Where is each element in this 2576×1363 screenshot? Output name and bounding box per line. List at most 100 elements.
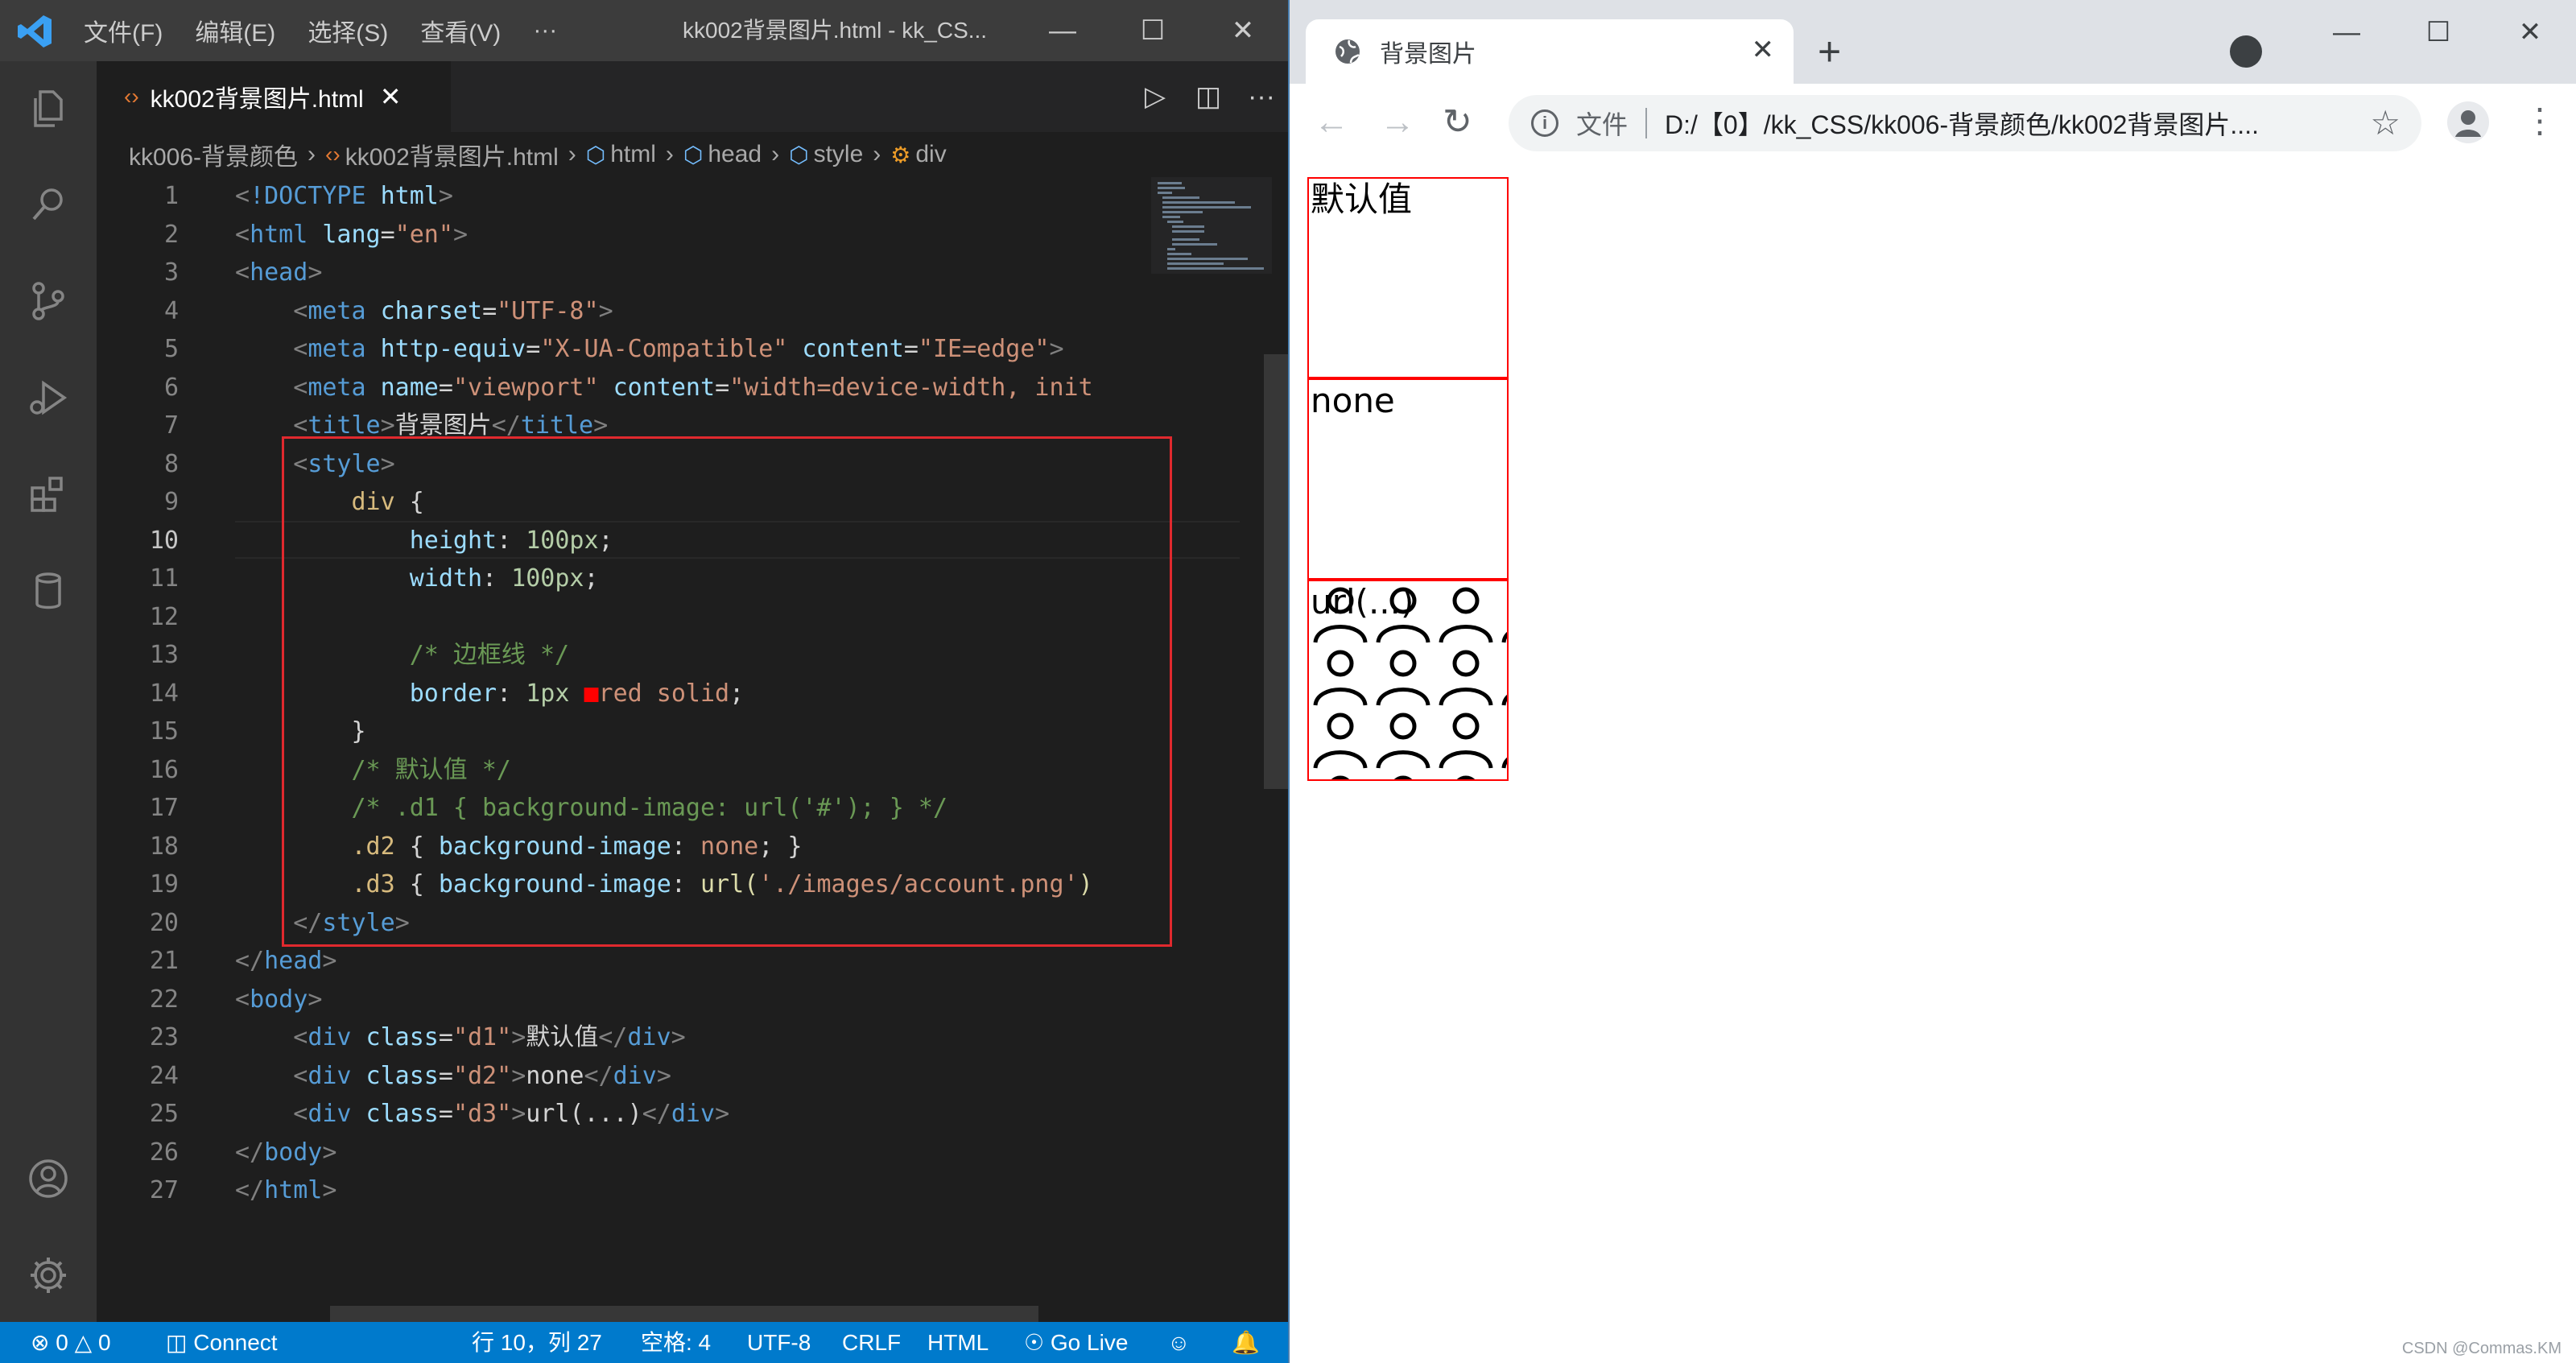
close-window-button[interactable]: ✕ [1198, 0, 1288, 61]
menu-kebab-icon[interactable]: ⋮ [2523, 98, 2557, 143]
reload-icon[interactable]: ↻ [1443, 103, 1472, 142]
database-icon[interactable] [0, 552, 97, 630]
code-line[interactable]: <meta http-equiv="X-UA-Compatible" conte… [235, 330, 1249, 369]
browser-tab[interactable]: 背景图片 ✕ [1306, 19, 1794, 84]
code-token: < [235, 1100, 308, 1128]
vertical-scrollbar[interactable] [1264, 354, 1288, 789]
title-bar: 文件(F) 编辑(E) 选择(S) 查看(V) ··· kk002背景图片.ht… [0, 0, 1288, 61]
code-editor[interactable]: 1 2 3 4 5 6 7 8 9 10 11 12 13 14 15 16 17 18 19 20 21 22 23 24 2… [97, 177, 1288, 1322]
code-token: class [351, 1061, 439, 1090]
line-number: 27 [149, 1176, 179, 1204]
code-token: > [308, 258, 323, 287]
code-token: "d1" [452, 1023, 512, 1051]
menu-selection[interactable]: 选择(S) [308, 13, 388, 48]
symbol-element-icon: ⬡ [683, 142, 704, 167]
breadcrumb-file[interactable]: kk002背景图片.html [345, 137, 559, 172]
menu-edit[interactable]: 编辑(E) [195, 13, 275, 48]
code-line[interactable]: <meta charset="UTF-8"> [235, 292, 1249, 331]
code-line[interactable]: </head> [235, 942, 1249, 981]
indentation[interactable]: 空格: 4 [641, 1322, 711, 1363]
back-arrow-icon[interactable]: ← [1314, 103, 1349, 142]
code-token: = [438, 1061, 453, 1090]
maximize-button[interactable]: ☐ [1108, 0, 1198, 61]
breadcrumb-folder[interactable]: kk006-背景颜色 [129, 137, 298, 172]
go-live-button[interactable]: ☉ Go Live [1024, 1322, 1128, 1363]
close-tab-icon[interactable]: ✕ [380, 81, 402, 112]
minimize-button[interactable]: — [2301, 0, 2392, 64]
notifications-bell-icon[interactable]: 🔔 [1232, 1322, 1260, 1363]
account-icon[interactable] [0, 1140, 97, 1217]
menu-file[interactable]: 文件(F) [84, 13, 163, 48]
maximize-button[interactable]: ☐ [2392, 0, 2484, 64]
code-token: div [613, 1061, 657, 1090]
code-line[interactable]: <div class="d3">url(...)</div> [235, 1095, 1249, 1134]
code-token: > [656, 1061, 671, 1090]
code-line[interactable]: <head> [235, 254, 1249, 292]
address-bar[interactable]: i 文件 D:/【0】/kk_CSS/kk006-背景颜色/kk002背景图片.… [1509, 95, 2421, 151]
breadcrumb-head[interactable]: head [708, 141, 762, 168]
new-tab-button[interactable]: + [1818, 27, 1841, 76]
url-text[interactable]: D:/【0】/kk_CSS/kk006-背景颜色/kk002背景图片.... [1665, 105, 2259, 142]
language-mode[interactable]: HTML [927, 1322, 989, 1363]
problems-indicator[interactable]: ⊗ 0 △ 0 [31, 1322, 111, 1363]
menu-view[interactable]: 查看(V) [420, 13, 501, 48]
tab-kk002[interactable]: ‹› kk002背景图片.html ✕ [97, 61, 451, 132]
editor-tabs: ‹› kk002背景图片.html ✕ ▷ ◫ ··· [97, 61, 1288, 132]
extensions-icon[interactable] [0, 456, 97, 533]
code-line[interactable]: </body> [235, 1134, 1249, 1172]
code-line[interactable]: <body> [235, 981, 1249, 1019]
run-debug-icon[interactable] [0, 359, 97, 436]
code-token: 默认值 [526, 1023, 599, 1051]
cursor-position[interactable]: 行 10，列 27 [472, 1322, 602, 1363]
encoding[interactable]: UTF-8 [747, 1322, 811, 1363]
explorer-icon[interactable] [0, 69, 97, 147]
minimize-button[interactable]: — [1018, 0, 1108, 61]
go-live-label: Go Live [1050, 1330, 1129, 1355]
code-token: body [250, 985, 308, 1014]
info-icon[interactable]: i [1531, 109, 1558, 137]
more-actions-icon[interactable]: ··· [1235, 81, 1288, 113]
settings-gear-icon[interactable] [0, 1237, 97, 1314]
page-viewport: 默认值 none url(...) CSDN @Commas.KM [1290, 161, 2576, 1363]
menu-more[interactable]: ··· [533, 17, 557, 44]
code-line[interactable]: <div class="d2">none</div> [235, 1057, 1249, 1096]
line-number: 5 [163, 335, 179, 363]
minimap[interactable] [1151, 177, 1272, 274]
activity-bar [0, 61, 97, 1322]
code-line[interactable]: </html> [235, 1171, 1249, 1210]
code-token: div [627, 1023, 671, 1051]
profile-avatar-icon[interactable] [2447, 101, 2489, 143]
breadcrumb-div[interactable]: div [915, 141, 946, 168]
search-icon[interactable] [0, 166, 97, 243]
code-line[interactable]: <!DOCTYPE html> [235, 177, 1249, 216]
database-icon: ◫ [166, 1330, 188, 1355]
editor-actions: ▷ ◫ ··· [1129, 61, 1288, 132]
feedback-icon[interactable]: ☺ [1167, 1322, 1191, 1363]
code-token: html [365, 182, 439, 210]
code-line[interactable]: <div class="d1">默认值</div> [235, 1018, 1249, 1057]
bookmark-star-icon[interactable]: ☆ [2370, 103, 2401, 142]
split-editor-icon[interactable]: ◫ [1182, 81, 1235, 113]
line-number: 11 [149, 564, 179, 593]
horizontal-scrollbar[interactable] [330, 1306, 1038, 1322]
code-line[interactable]: <meta name="viewport" content="width=dev… [235, 369, 1249, 407]
code-token: html [264, 1176, 323, 1204]
end-of-line[interactable]: CRLF [842, 1322, 901, 1363]
breadcrumb-html[interactable]: html [610, 141, 656, 168]
run-icon[interactable]: ▷ [1129, 81, 1182, 113]
tab-search-icon[interactable] [2230, 35, 2262, 68]
code-token: http-equiv [365, 335, 526, 363]
code-line[interactable]: <html lang="en"> [235, 216, 1249, 254]
forward-arrow-icon[interactable]: → [1380, 103, 1415, 142]
close-tab-icon[interactable]: ✕ [1752, 34, 1775, 66]
browser-tab-strip: 背景图片 ✕ + — ☐ ✕ [1290, 0, 2576, 84]
browser-window: 背景图片 ✕ + — ☐ ✕ ← → ↻ i 文件 D:/【0】/kk_CSS/… [1288, 0, 2576, 1363]
close-window-button[interactable]: ✕ [2484, 0, 2576, 64]
connect-item[interactable]: ◫ Connect [166, 1322, 278, 1363]
code-token: < [235, 985, 250, 1014]
breadcrumb-style[interactable]: style [814, 141, 864, 168]
source-control-icon[interactable] [0, 262, 97, 340]
tab-label: kk002背景图片.html [150, 86, 364, 113]
code-token: > [308, 985, 323, 1014]
code-token: div [671, 1100, 716, 1128]
